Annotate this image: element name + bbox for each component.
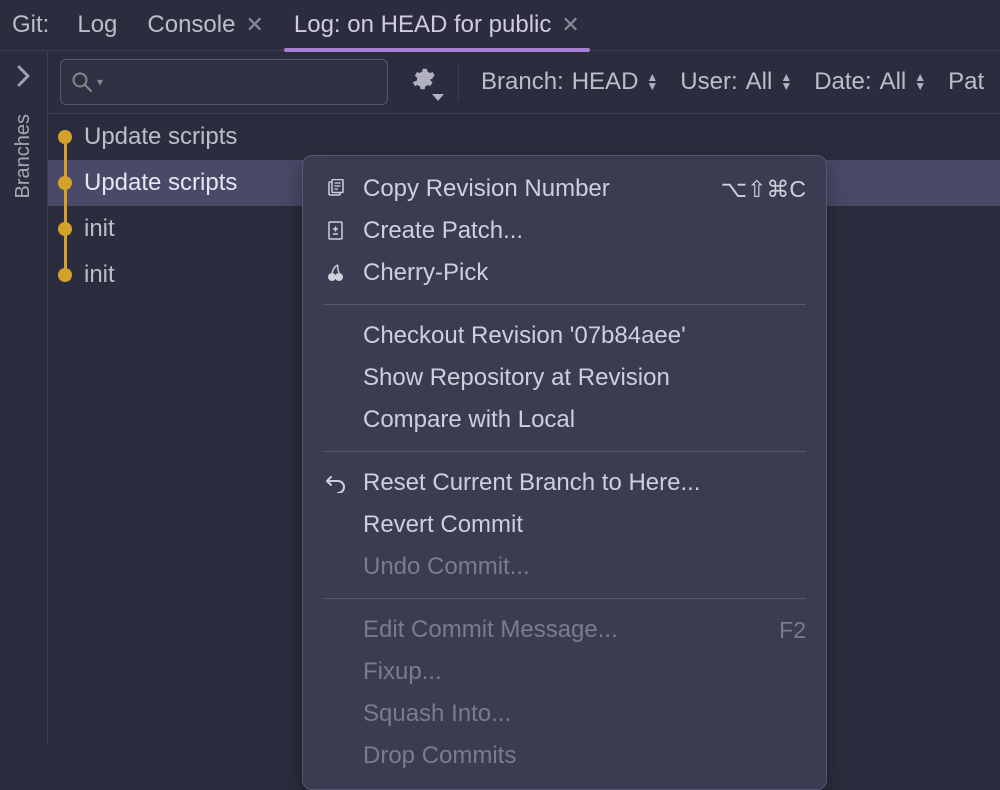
menu-label: Fixup... <box>363 658 806 686</box>
cherry-icon <box>325 262 347 284</box>
menu-squash-into: Squash Into... <box>303 693 826 735</box>
sidebar: Branches <box>0 51 48 744</box>
menu-label: Copy Revision Number <box>363 175 705 203</box>
filter-label: Date: <box>814 68 871 96</box>
gear-icon[interactable] <box>410 66 436 99</box>
commit-dot-icon <box>58 130 72 144</box>
menu-label: Cherry-Pick <box>363 259 806 287</box>
blank-icon <box>325 703 347 725</box>
menu-label: Show Repository at Revision <box>363 364 806 392</box>
menu-separator <box>323 451 806 452</box>
menu-label: Reset Current Branch to Here... <box>363 469 806 497</box>
menu-edit-commit-message: Edit Commit Message... F2 <box>303 609 826 651</box>
filter-user[interactable]: User: All <box>680 68 792 96</box>
search-icon <box>71 71 93 93</box>
close-icon[interactable]: ✕ <box>561 14 579 36</box>
menu-compare-with-local[interactable]: Compare with Local <box>303 399 826 441</box>
patch-icon <box>325 220 347 242</box>
menu-revert-commit[interactable]: Revert Commit <box>303 504 826 546</box>
commit-dot-icon <box>58 222 72 236</box>
blank-icon <box>325 409 347 431</box>
commit-row[interactable]: Update scripts <box>48 114 1000 160</box>
sort-icon <box>914 74 926 90</box>
menu-label: Drop Commits <box>363 742 806 770</box>
menu-checkout-revision[interactable]: Checkout Revision '07b84aee' <box>303 315 826 357</box>
sort-icon <box>646 74 658 90</box>
commit-dot-icon <box>58 176 72 190</box>
menu-drop-commits: Drop Commits <box>303 735 826 777</box>
toolbar: ▾ Branch: HEAD User: All Date: All <box>48 51 1000 114</box>
blank-icon <box>325 619 347 641</box>
menu-label: Undo Commit... <box>363 553 806 581</box>
menu-show-repo-at-revision[interactable]: Show Repository at Revision <box>303 357 826 399</box>
menu-shortcut: ⌥⇧⌘C <box>721 176 806 203</box>
menu-reset-branch[interactable]: Reset Current Branch to Here... <box>303 462 826 504</box>
menu-fixup: Fixup... <box>303 651 826 693</box>
commit-message: Update scripts <box>84 123 237 151</box>
menu-shortcut: F2 <box>779 617 806 644</box>
menu-label: Revert Commit <box>363 511 806 539</box>
blank-icon <box>325 745 347 767</box>
filter-value: All <box>746 68 773 96</box>
blank-icon <box>325 325 347 347</box>
tab-log-head[interactable]: Log: on HEAD for public ✕ <box>288 3 586 47</box>
menu-create-patch[interactable]: Create Patch... <box>303 210 826 252</box>
menu-undo-commit: Undo Commit... <box>303 546 826 588</box>
context-menu: Copy Revision Number ⌥⇧⌘C Create Patch..… <box>302 155 827 790</box>
commit-message: init <box>84 261 115 289</box>
commit-dot-icon <box>58 268 72 282</box>
filter-value: All <box>880 68 907 96</box>
sort-icon <box>780 74 792 90</box>
commit-message: Update scripts <box>84 169 237 197</box>
filter-value: HEAD <box>572 68 639 96</box>
tab-label: Console <box>147 11 235 39</box>
menu-cherry-pick[interactable]: Cherry-Pick <box>303 252 826 294</box>
commit-message: init <box>84 215 115 243</box>
tab-prefix: Git: <box>8 11 53 39</box>
filter-label: Branch: <box>481 68 564 96</box>
blank-icon <box>325 367 347 389</box>
close-icon[interactable]: ✕ <box>245 14 263 36</box>
blank-icon <box>325 514 347 536</box>
menu-label: Checkout Revision '07b84aee' <box>363 322 806 350</box>
tab-console[interactable]: Console ✕ <box>141 3 270 47</box>
filter-label: User: <box>680 68 737 96</box>
chevron-right-icon[interactable] <box>15 63 33 96</box>
menu-label: Edit Commit Message... <box>363 616 763 644</box>
menu-label: Create Patch... <box>363 217 806 245</box>
menu-label: Squash Into... <box>363 700 806 728</box>
menu-separator <box>323 598 806 599</box>
tab-label: Log <box>77 11 117 39</box>
menu-label: Compare with Local <box>363 406 806 434</box>
filter-label: Pat <box>948 68 984 96</box>
tab-label: Log: on HEAD for public <box>294 11 551 39</box>
branches-label[interactable]: Branches <box>12 114 35 199</box>
blank-icon <box>325 556 347 578</box>
tab-log[interactable]: Log <box>71 3 123 47</box>
divider <box>458 64 459 100</box>
menu-copy-revision[interactable]: Copy Revision Number ⌥⇧⌘C <box>303 168 826 210</box>
copy-icon <box>325 178 347 200</box>
tab-bar: Git: Log Console ✕ Log: on HEAD for publ… <box>0 0 1000 50</box>
chevron-down-icon: ▾ <box>97 75 103 89</box>
menu-separator <box>323 304 806 305</box>
filter-path[interactable]: Pat <box>948 68 984 96</box>
blank-icon <box>325 661 347 683</box>
filter-date[interactable]: Date: All <box>814 68 926 96</box>
undo-icon <box>325 472 347 494</box>
graph-line <box>64 136 67 278</box>
filter-branch[interactable]: Branch: HEAD <box>481 68 658 96</box>
search-input[interactable]: ▾ <box>60 59 388 105</box>
